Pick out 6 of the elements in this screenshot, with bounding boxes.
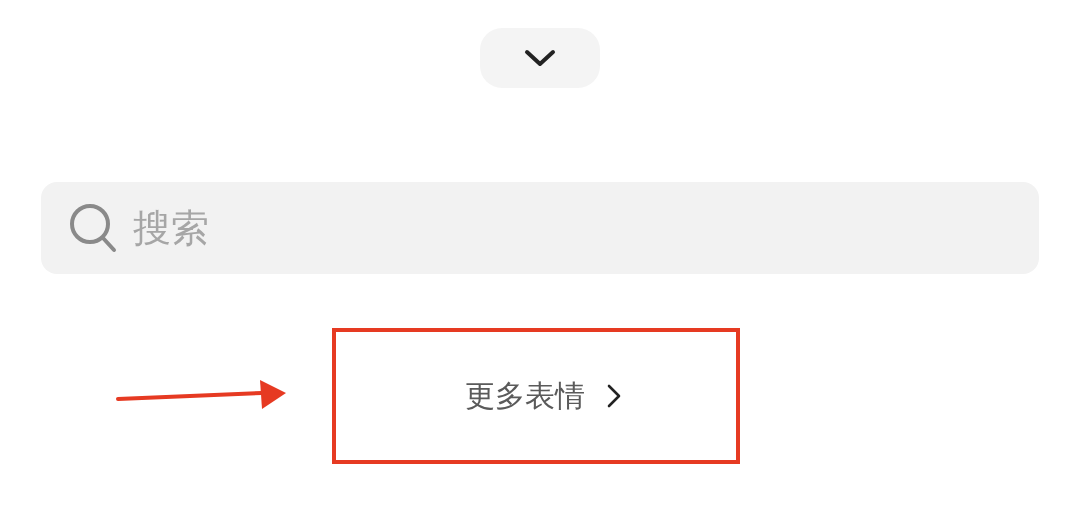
search-field[interactable]: 搜索 xyxy=(41,182,1039,274)
chevron-down-icon xyxy=(524,48,556,68)
search-icon xyxy=(69,203,117,253)
more-stickers-link[interactable]: 更多表情 xyxy=(465,375,621,417)
collapse-button[interactable] xyxy=(480,28,600,88)
chevron-right-icon xyxy=(607,384,621,408)
